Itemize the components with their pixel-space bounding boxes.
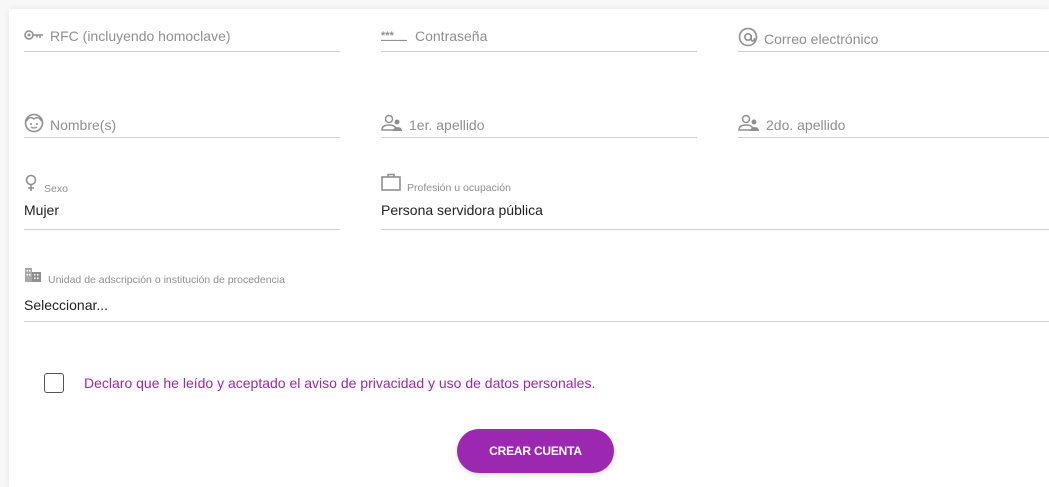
rfc-field[interactable]: RFC (incluyendo homoclave): [24, 22, 340, 52]
at-icon: [738, 27, 764, 50]
second-surname-field[interactable]: 2do. apellido: [738, 108, 1049, 138]
institution-value: Seleccionar...: [24, 297, 109, 313]
profession-label: Profesión u ocupación: [407, 182, 511, 194]
email-placeholder: Correo electrónico: [764, 30, 879, 47]
first-surname-field[interactable]: 1er. apellido: [381, 108, 697, 138]
profession-value: Persona servidora pública: [381, 202, 543, 218]
password-placeholder: Contraseña: [415, 28, 488, 44]
face-icon: [24, 113, 50, 136]
key-icon: [24, 28, 50, 44]
institution-label: Unidad de adscripción o institución de p…: [48, 274, 285, 286]
privacy-consent-text[interactable]: Declaro que he leído y aceptado el aviso…: [84, 375, 595, 391]
password-field[interactable]: *** Contraseña: [381, 22, 697, 52]
sex-label: Sexo: [44, 183, 68, 195]
first-surname-placeholder: 1er. apellido: [409, 116, 485, 133]
profession-select[interactable]: Profesión u ocupación Persona servidora …: [381, 170, 1049, 230]
female-icon: [24, 174, 44, 195]
sex-select[interactable]: Sexo Mujer: [24, 170, 340, 230]
people-icon: [738, 114, 766, 135]
first-name-field[interactable]: Nombre(s): [24, 108, 340, 138]
rfc-placeholder: RFC (incluyendo homoclave): [50, 28, 231, 44]
privacy-consent-checkbox[interactable]: [44, 373, 64, 393]
svg-text:***: ***: [381, 30, 395, 41]
create-account-button[interactable]: CREAR CUENTA: [457, 429, 614, 473]
registration-card: [9, 9, 1049, 487]
briefcase-icon: [381, 173, 407, 194]
sex-value: Mujer: [24, 202, 60, 218]
second-surname-placeholder: 2do. apellido: [766, 116, 846, 133]
first-name-placeholder: Nombre(s): [50, 116, 117, 133]
email-field[interactable]: Correo electrónico: [738, 22, 1049, 52]
password-dots-icon: ***: [381, 28, 415, 44]
people-icon: [381, 114, 409, 135]
buildings-icon: [24, 265, 48, 286]
institution-select[interactable]: Unidad de adscripción o institución de p…: [24, 262, 1049, 322]
